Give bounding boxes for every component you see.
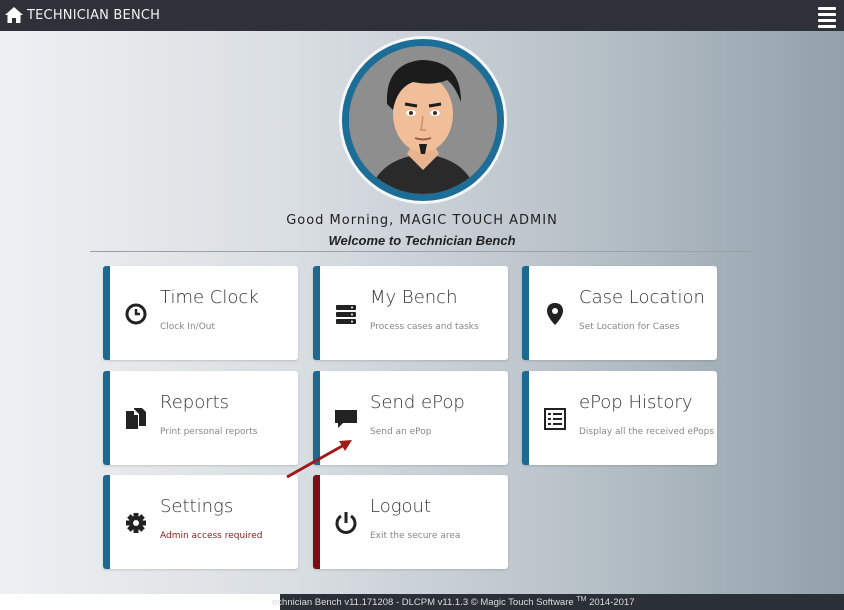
top-bar: TECHNICIAN BENCH: [0, 0, 844, 31]
clock-icon: [124, 302, 148, 326]
avatar-portrait: [349, 46, 497, 194]
tile-title: Case Location: [579, 287, 705, 308]
footer-copyright: echnician Bench v11.171208 - DLCPM v11.1…: [272, 596, 635, 609]
gear-icon: [124, 511, 148, 535]
tile-subtitle: Set Location for Cases: [579, 322, 680, 332]
tile-subtitle: Admin access required: [160, 531, 263, 541]
tile-subtitle: Exit the secure area: [370, 531, 461, 541]
tile-title: ePop History: [579, 392, 693, 413]
tile-subtitle: Clock In/Out: [160, 322, 216, 332]
welcome-text: Welcome to Technician Bench: [328, 233, 516, 248]
footer: echnician Bench v11.171208 - DLCPM v11.1…: [0, 594, 844, 610]
divider: [90, 251, 756, 252]
list-icon: [543, 407, 567, 431]
annotation-arrow: [286, 440, 352, 479]
tile-title: Reports: [160, 392, 230, 413]
tile-subtitle: Send an ePop: [370, 427, 432, 437]
power-icon: [334, 511, 358, 535]
app-title: TECHNICIAN BENCH: [27, 8, 161, 23]
tile-title: Time Clock: [160, 287, 259, 308]
tile-subtitle: Process cases and tasks: [370, 322, 479, 332]
tile-title: Logout: [370, 496, 432, 517]
user-avatar: [339, 36, 507, 204]
tile-time-clock[interactable]: Time Clock Clock In/Out: [103, 266, 298, 360]
home-icon[interactable]: [5, 7, 23, 23]
chat-bubble-icon: [334, 407, 358, 431]
files-icon: [124, 407, 148, 431]
server-stack-icon: [334, 302, 358, 326]
footer-blank-area: [0, 594, 280, 610]
tile-epop-history[interactable]: ePop History Display all the received eP…: [522, 371, 717, 465]
tile-settings[interactable]: Settings Admin access required: [103, 475, 298, 569]
tile-title: Send ePop: [370, 392, 465, 413]
tile-my-bench[interactable]: My Bench Process cases and tasks: [313, 266, 508, 360]
tile-title: Settings: [160, 496, 234, 517]
greeting-text: Good Morning, MAGIC TOUCH ADMIN: [286, 213, 558, 228]
tile-reports[interactable]: Reports Print personal reports: [103, 371, 298, 465]
tile-subtitle: Print personal reports: [160, 427, 258, 437]
tile-title: My Bench: [370, 287, 458, 308]
map-pin-icon: [543, 302, 567, 326]
tile-subtitle: Display all the received ePops: [579, 427, 715, 437]
tile-case-location[interactable]: Case Location Set Location for Cases: [522, 266, 717, 360]
hamburger-menu-icon[interactable]: [818, 7, 836, 28]
tile-logout[interactable]: Logout Exit the secure area: [313, 475, 508, 569]
